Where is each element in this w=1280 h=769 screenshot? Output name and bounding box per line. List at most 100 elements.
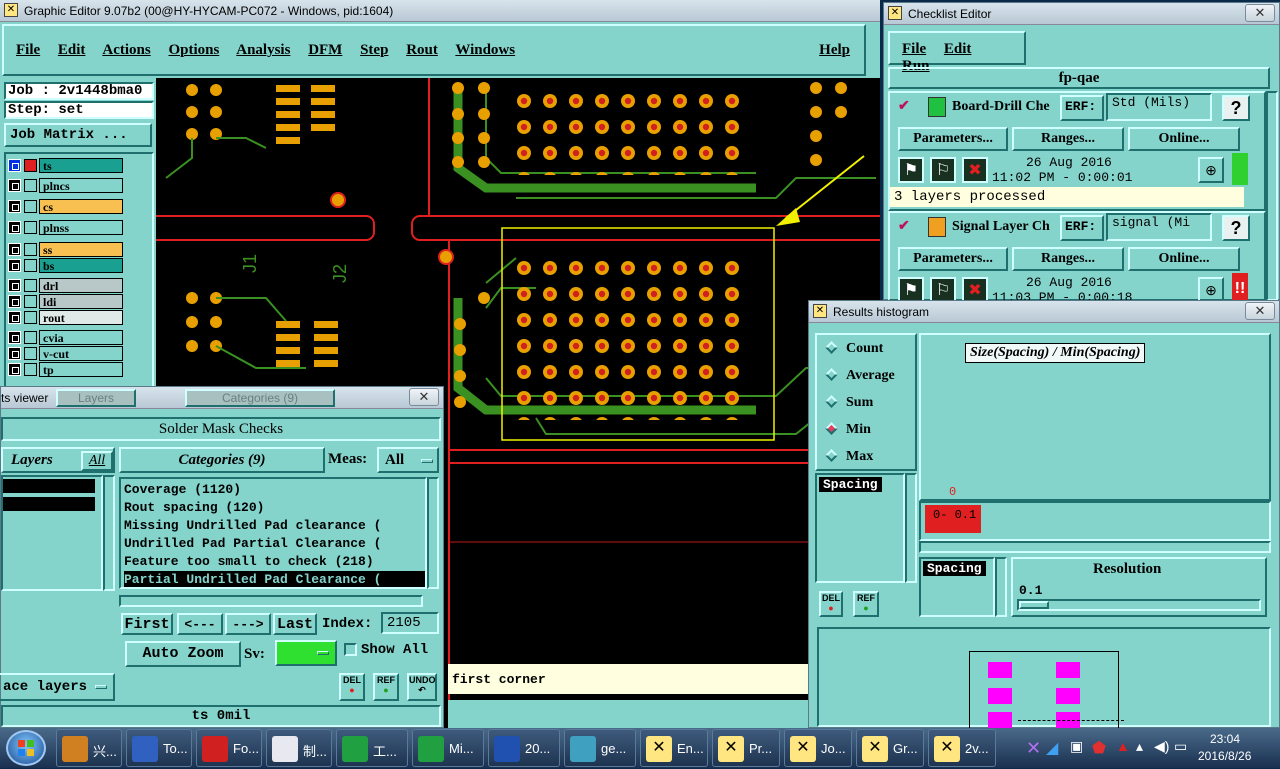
- layer-checkbox[interactable]: [8, 259, 21, 272]
- category-item[interactable]: Feature too small to check (218): [124, 553, 425, 571]
- menu-rout[interactable]: Rout: [406, 42, 438, 58]
- layer-name[interactable]: ts: [39, 158, 123, 173]
- power-icon[interactable]: ▭: [1174, 738, 1187, 755]
- help-button[interactable]: ?: [1222, 95, 1250, 121]
- first-button[interactable]: First: [121, 613, 173, 635]
- layer-name[interactable]: v-cut: [39, 346, 123, 361]
- layer-checkbox[interactable]: [8, 243, 21, 256]
- layer-name[interactable]: tp: [39, 362, 123, 377]
- taskbar-item[interactable]: Fo...: [196, 729, 262, 767]
- taskbar-item[interactable]: ✕ En...: [640, 729, 708, 767]
- menu-options[interactable]: Options: [168, 42, 219, 58]
- layer-checkbox[interactable]: [8, 159, 21, 172]
- layer-name[interactable]: cvia: [39, 330, 123, 345]
- layer-name[interactable]: drl: [39, 278, 123, 293]
- layer-checkbox[interactable]: [8, 295, 21, 308]
- layer-checkbox[interactable]: [8, 279, 21, 292]
- layer-checkbox[interactable]: [8, 311, 21, 324]
- main-title-bar[interactable]: ✕ Graphic Editor 9.07b2 (00@HY-HYCAM-PC0…: [0, 0, 880, 22]
- taskbar-item[interactable]: ✕ 2v...: [928, 729, 996, 767]
- layer-row-ss[interactable]: ss: [8, 242, 123, 257]
- layer-color-swatch[interactable]: [24, 179, 37, 192]
- layers-list[interactable]: [1, 475, 103, 591]
- resolution-slider-thumb[interactable]: [1019, 601, 1049, 609]
- taskbar-item[interactable]: ge...: [564, 729, 636, 767]
- next-button[interactable]: --->: [225, 613, 271, 635]
- checklist-close-icon[interactable]: ✕: [1245, 4, 1275, 22]
- meas-dropdown[interactable]: All: [377, 447, 439, 473]
- layer-row-cs[interactable]: cs: [8, 199, 123, 214]
- category-item[interactable]: Rout spacing (120): [124, 499, 425, 517]
- ranges-button[interactable]: Ranges...: [1012, 247, 1124, 271]
- check-select-icon[interactable]: ✔: [898, 97, 910, 114]
- checklist-menu-edit[interactable]: Edit: [944, 41, 972, 57]
- hist-del-button[interactable]: DEL ●: [819, 591, 843, 617]
- auto-zoom-button[interactable]: Auto Zoom: [125, 641, 241, 667]
- layer-row-plnss[interactable]: plnss: [8, 220, 123, 235]
- help-button[interactable]: ?: [1222, 215, 1250, 241]
- feather-icon[interactable]: ◢: [1046, 738, 1058, 758]
- layers-scrollbar[interactable]: [103, 475, 115, 591]
- online-button[interactable]: Online...: [1128, 247, 1240, 271]
- menu-dfm[interactable]: DFM: [308, 42, 342, 58]
- layer-color-swatch[interactable]: [24, 279, 37, 292]
- menu-analysis[interactable]: Analysis: [236, 42, 290, 58]
- sv-color-dropdown[interactable]: [275, 640, 337, 666]
- histogram-option-max[interactable]: Max: [825, 449, 873, 465]
- flag-icon[interactable]: ▲: [1116, 738, 1130, 754]
- menu-windows[interactable]: Windows: [455, 42, 515, 58]
- taskbar-item[interactable]: ✕ Jo...: [784, 729, 852, 767]
- shield-icon[interactable]: ⬟: [1092, 738, 1106, 758]
- layer-row-tp[interactable]: tp: [8, 362, 123, 377]
- layer-color-swatch[interactable]: [24, 259, 37, 272]
- layer-color-swatch[interactable]: [24, 347, 37, 360]
- histogram-bar[interactable]: 0- 0.1: [925, 505, 981, 533]
- layer-color-swatch[interactable]: [24, 159, 37, 172]
- surface-layers-dropdown[interactable]: ace layers: [0, 673, 115, 701]
- menu-help[interactable]: Help: [819, 42, 850, 59]
- stop-check-icon[interactable]: ✖: [962, 157, 988, 183]
- menu-actions[interactable]: Actions: [102, 42, 150, 58]
- taskbar-item[interactable]: 20...: [488, 729, 560, 767]
- categories-vscroll[interactable]: [427, 477, 439, 589]
- run-check-alt-icon[interactable]: ⚐: [930, 157, 956, 183]
- vs-icon[interactable]: ✕: [1026, 738, 1041, 759]
- job-matrix-button[interactable]: Job Matrix ...: [4, 123, 152, 147]
- check-name[interactable]: Signal Layer Ch: [952, 219, 1060, 235]
- histogram-list-item[interactable]: Spacing: [819, 477, 882, 492]
- layer-color-swatch[interactable]: [24, 331, 37, 344]
- ref-button[interactable]: REF ●: [373, 673, 399, 701]
- category-item[interactable]: Undrilled Pad Partial Clearance (: [124, 535, 425, 553]
- clock-time[interactable]: 23:04: [1210, 732, 1240, 746]
- online-button[interactable]: Online...: [1128, 127, 1240, 151]
- category-item[interactable]: Partial Undrilled Pad Clearance (: [124, 571, 425, 587]
- parameters-button[interactable]: Parameters...: [898, 127, 1008, 151]
- layer-checkbox[interactable]: [8, 363, 21, 376]
- viewer-title-bar[interactable]: ts viewer Layers Categories (9) ✕: [1, 387, 443, 409]
- layer-row-ldi[interactable]: ldi: [8, 294, 123, 309]
- last-button[interactable]: Last: [273, 613, 317, 635]
- taskbar-item[interactable]: 制...: [266, 729, 332, 767]
- histogram-option-min[interactable]: Min: [825, 422, 871, 438]
- checklist-title-bar[interactable]: ✕ Checklist Editor ✕: [884, 3, 1279, 25]
- volume-icon[interactable]: ◀): [1154, 738, 1169, 755]
- layer-name[interactable]: ss: [39, 242, 123, 257]
- histogram-option-average[interactable]: Average: [825, 368, 895, 384]
- category-item[interactable]: Coverage (1120): [124, 481, 425, 499]
- layer-color-swatch[interactable]: [24, 243, 37, 256]
- layer-row-rout[interactable]: rout: [8, 310, 123, 325]
- layer-name[interactable]: plncs: [39, 178, 123, 193]
- category-item[interactable]: Missing Undrilled Pad clearance (: [124, 517, 425, 535]
- layers-all-button[interactable]: All: [81, 451, 113, 471]
- layer-row[interactable]: [3, 497, 95, 511]
- layer-checkbox[interactable]: [8, 331, 21, 344]
- layer-name[interactable]: rout: [39, 310, 123, 325]
- layer-name[interactable]: ldi: [39, 294, 123, 309]
- check-select-icon[interactable]: ✔: [898, 217, 910, 234]
- taskbar-item[interactable]: 工...: [336, 729, 408, 767]
- check-name[interactable]: Board-Drill Che: [952, 99, 1060, 115]
- resolution-list-item[interactable]: Spacing: [923, 561, 986, 576]
- up-arrow-icon[interactable]: ▴: [1136, 738, 1143, 755]
- layer-checkbox[interactable]: [8, 200, 21, 213]
- layer-row-bs[interactable]: bs: [8, 258, 123, 273]
